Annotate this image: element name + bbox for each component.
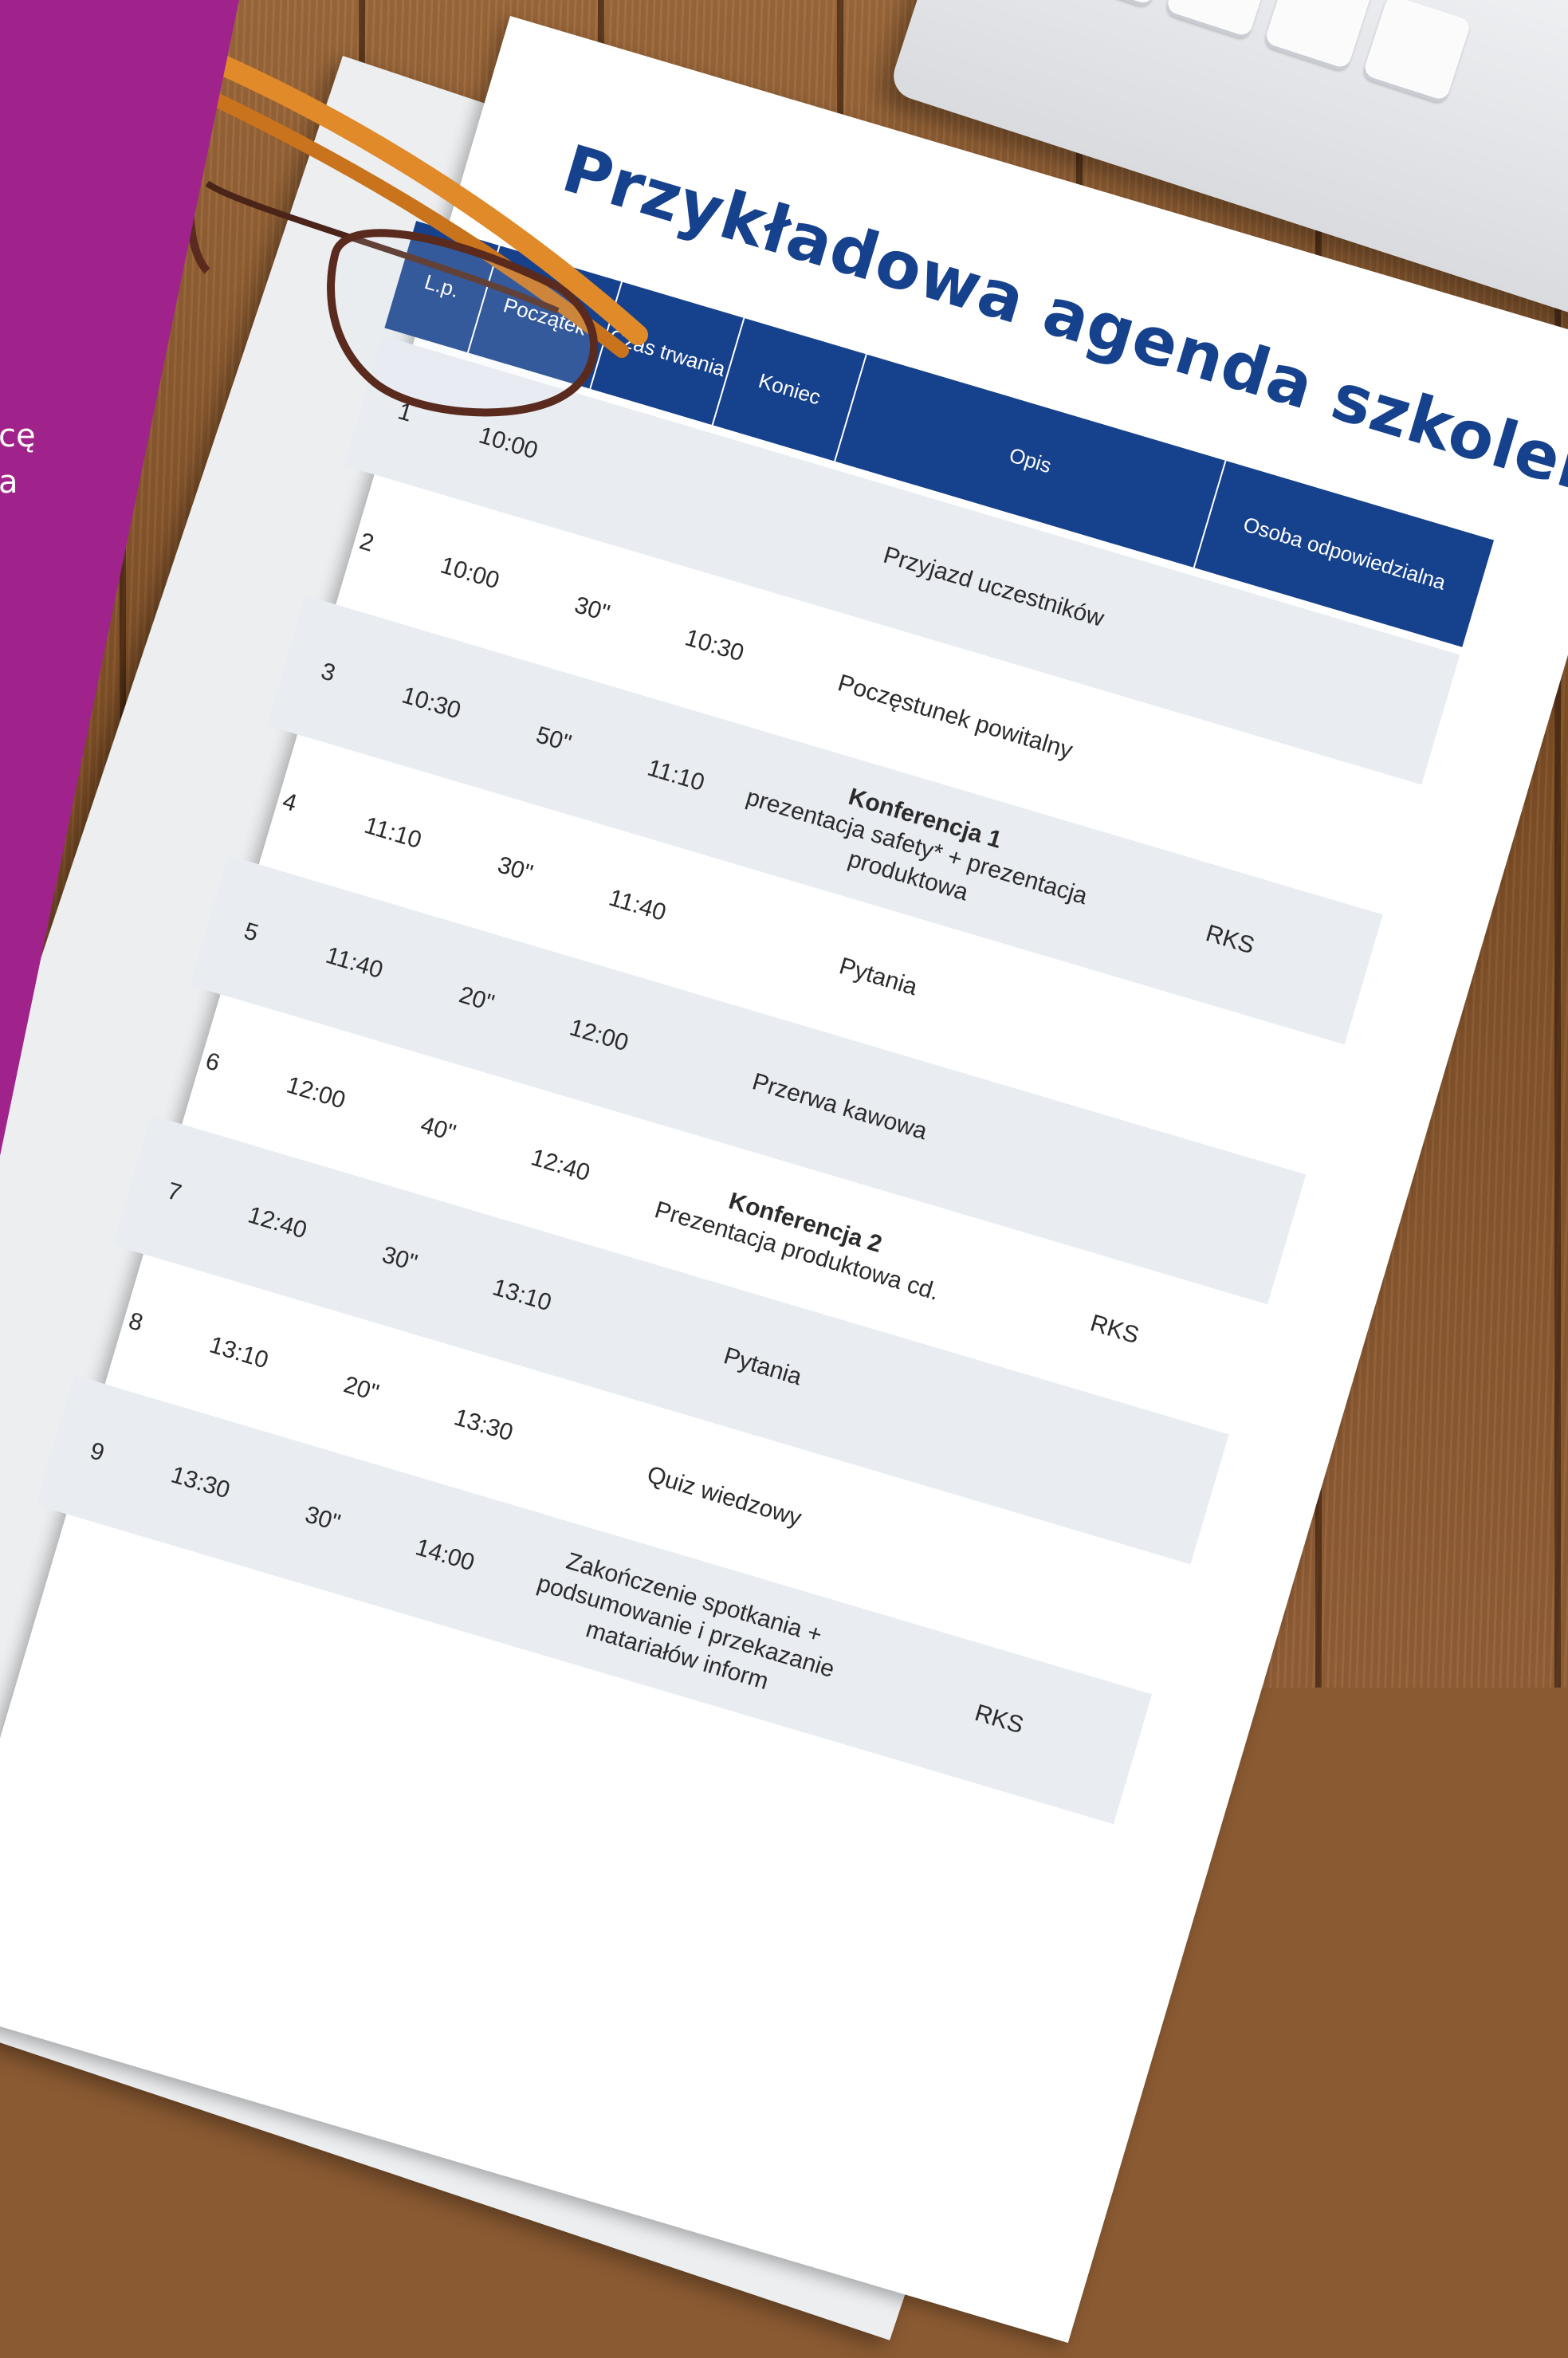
side-band-text: cę a — [0, 413, 36, 505]
purple-side-band — [0, 0, 239, 1156]
side-band-line-2: a — [0, 464, 18, 501]
side-band-line-1: cę — [0, 418, 36, 454]
